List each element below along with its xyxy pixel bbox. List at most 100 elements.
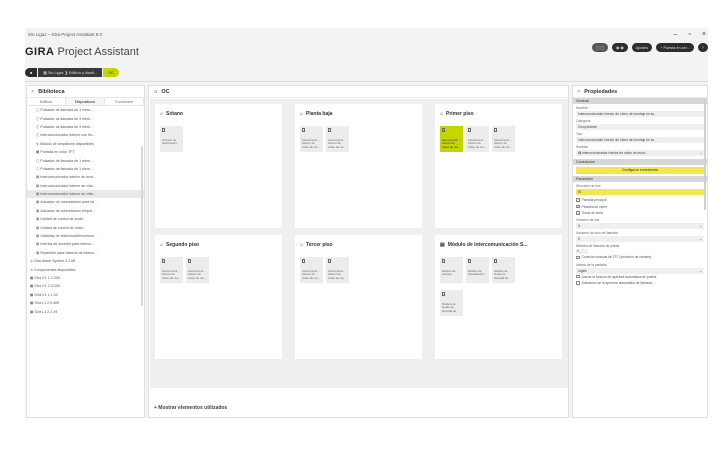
device-tile[interactable]: Intercomuni... interior de vídeo de mo..… — [160, 257, 183, 283]
room-icon: ⌂ — [160, 242, 164, 248]
device-tile[interactable]: Intercomuni... interior de vídeo de mo..… — [326, 257, 349, 283]
library-item[interactable]: ▤ Gateway de telefonía/intercomuni... — [27, 232, 144, 240]
checkbox-auto-call[interactable]: Activación de la apertura automática de … — [573, 280, 707, 286]
library-item[interactable]: ▤ Interfaz de acceder para interco... — [27, 240, 144, 248]
room-card[interactable]: ⌂ Tercer piso Intercomuni... interior de v… — [295, 235, 422, 359]
home-crumb[interactable]: ■ — [25, 68, 38, 77]
device-tile[interactable]: Módulo de cámara — [440, 257, 463, 283]
device-icon — [188, 259, 191, 263]
tab-funciones[interactable]: Funciones — [105, 98, 144, 105]
library-item[interactable]: ▤ Repetidor para sistema de interco... — [27, 249, 144, 257]
device-tile[interactable]: Módulo de teclas de llamada de... — [492, 257, 515, 283]
room-card[interactable]: ▤ Módulo de intercomunicación S... Módulo … — [435, 235, 562, 359]
library-item[interactable]: ▢ Pulsador de llamada de 1 elem... — [27, 165, 144, 173]
library-item[interactable]: ▤ Intercomunicador interior de mon... — [27, 173, 144, 181]
library-item[interactable]: ▤ Unidad de control de vídeo — [27, 223, 144, 231]
categoria-label: Categoría — [576, 119, 591, 123]
room-card[interactable]: ⌂ Segundo piso Intercomuni... interior de … — [155, 235, 282, 359]
settings-button[interactable]: Ajustes — [631, 43, 653, 52]
library-item[interactable]: ◎ Gira Alarm System 3.1.08 — [27, 257, 144, 265]
library-item[interactable]: ↯ Módulo de ampliación disponibles — [27, 140, 144, 148]
scrollbar[interactable] — [704, 100, 706, 210]
device-tile[interactable]: Módulo de teclas de llamada de... — [440, 290, 463, 316]
device-label: Intercomuni... interior de vídeo de mo..… — [188, 269, 207, 280]
library-item[interactable]: ▦ Gira X1 1.1.04 — [27, 291, 144, 299]
device-tile[interactable]: Intercomuni... interior de vídeo de mo..… — [300, 126, 323, 152]
building-icon: ⌂ — [154, 88, 158, 95]
library-item[interactable]: ▤ Unidad de control de audio — [27, 215, 144, 223]
device-tile[interactable]: Intercomuni... interior de vídeo de mo..… — [492, 126, 515, 152]
check-icon: ✓ — [576, 198, 580, 203]
close-icon[interactable]: × — [577, 89, 580, 95]
room-icon: ⌂ — [300, 111, 304, 117]
commissioning-button[interactable]: ◔ Puesta en ser... — [656, 43, 694, 52]
library-item[interactable]: ▢ Pulsador de llamada de 3 elem... — [27, 123, 144, 131]
undo-redo-button[interactable]: ▢ ▢ — [591, 43, 608, 52]
room-card[interactable]: ⌂ Sótano Armario de distribución — [155, 104, 282, 228]
chevron-down-icon: ⌄ — [699, 237, 702, 242]
room-title: Planta baja — [306, 111, 333, 117]
device-label: Módulo de teclas de llamada de... — [494, 269, 511, 280]
room-title: Sótano — [166, 111, 183, 117]
room-card[interactable]: ⌂ Primer piso Intercomuni... interior de v… — [435, 104, 562, 228]
show-used-elements-link[interactable]: + Mostrar elementos utilizados — [154, 405, 227, 411]
display-language-select[interactable]: Inglés ⌄ — [576, 267, 704, 274]
panel-title: Propiedades — [584, 88, 618, 95]
device-tile[interactable]: Intercomuni... interior de vídeo de mo..… — [326, 126, 349, 152]
device-tile[interactable]: Intercomuni... interior de vídeo de mo..… — [466, 126, 489, 152]
ring-volume-select[interactable]: 5 ⌄ — [576, 236, 704, 243]
close-icon[interactable]: × — [702, 31, 706, 38]
tab-edificio[interactable]: Edificio — [27, 98, 66, 105]
device-tile[interactable]: Intercomuni... interior de vídeo de mo..… — [440, 126, 463, 152]
library-tabs: Edificio Dispositivos Funciones — [27, 98, 144, 106]
view-title: OC — [161, 88, 170, 95]
help-button[interactable]: ? — [697, 43, 708, 52]
simbolo-select[interactable]: ▤ Intercomunicador interior de vídeo de … — [576, 150, 704, 156]
tab-dispositivos[interactable]: Dispositivos — [66, 98, 105, 105]
library-item[interactable]: ▤ Intercomunicador interior de víde... — [27, 182, 144, 190]
device-label: Intercomuni... interior de vídeo de mo..… — [468, 138, 487, 149]
device-label: Intercomuni... interior de vídeo de mo..… — [302, 138, 321, 149]
minimize-icon[interactable]: – — [674, 31, 678, 38]
device-tile[interactable]: Intercomuni... interior de vídeo de mo..… — [300, 257, 323, 283]
device-label: Intercomuni... interior de vídeo de mo..… — [328, 269, 347, 280]
device-tile[interactable]: Módulo de visualización — [466, 257, 489, 283]
top-toolbar: ▢ ▢ ◉ ◉ Ajustes ◔ Puesta en ser... ? — [591, 43, 708, 52]
library-item[interactable]: ▢ Pulsador de llamada de 3 elem... — [27, 114, 144, 122]
library-item[interactable]: ▦ Gira L1 2.2.19 — [27, 307, 144, 315]
scrollbar[interactable] — [141, 146, 143, 306]
library-item[interactable]: ➜ Componentes disponibles — [27, 265, 144, 273]
library-item[interactable]: ▦ Gira L1 2.0.469 — [27, 299, 144, 307]
current-crumb[interactable]: OC — [103, 68, 120, 77]
project-crumb[interactable]: ▦ Sin Ligaz ❯ Edificio y diseñ... — [38, 68, 103, 77]
device-tile[interactable]: Armario de distribución — [160, 126, 183, 152]
checkbox-icon — [576, 274, 580, 279]
view-toggle-button[interactable]: ◉ ◉ — [612, 43, 628, 52]
brand-logo: GIRA Project Assistant — [25, 46, 139, 58]
device-icon — [468, 259, 471, 263]
library-item[interactable]: ▦ Gira X1 1.2.026 — [27, 274, 144, 282]
room-card[interactable]: ⌂ Planta baja Intercomuni... interior de v… — [295, 104, 422, 228]
maximize-icon[interactable]: ▫ — [688, 31, 690, 38]
library-item[interactable]: ▤ Actuador de conmutación para int... — [27, 198, 144, 206]
configure-connections-button[interactable]: Configurar conexiones — [576, 167, 704, 174]
device-icon — [328, 128, 331, 132]
library-item[interactable]: ▢ Intercomunicador interior con lec... — [27, 131, 144, 139]
library-item[interactable]: ▦ Gira X1 2.3.026 — [27, 282, 144, 290]
device-tile[interactable]: Intercomuni... interior de vídeo de mo..… — [186, 257, 209, 283]
library-item[interactable]: ▢ Pulsador de llamada de 1 elem... — [27, 156, 144, 164]
device-icon — [162, 259, 165, 263]
device-icon — [162, 128, 165, 132]
library-item[interactable]: ▦ Pantalla en color TFT — [27, 148, 144, 156]
bus-address-field[interactable]: 81 — [576, 189, 704, 195]
section-conexiones[interactable]: Conexiones — [573, 159, 707, 165]
room-title: Tercer piso — [306, 242, 333, 248]
nombre-field[interactable]: Intercomunicador interior de vídeo de mo… — [576, 111, 704, 117]
checkbox-icon — [576, 281, 580, 285]
close-icon[interactable]: × — [31, 89, 34, 95]
library-item[interactable]: ▤ Intercomunicador interior de víde... — [27, 189, 144, 199]
library-item[interactable]: ▤ Actuador de conmutación empot... — [27, 207, 144, 215]
voice-volume-select[interactable]: 5 ⌄ — [576, 223, 704, 230]
ring-volume-label: Volumen de tono de llamada — [576, 231, 618, 236]
library-item[interactable]: ▢ Pulsador de llamada de 3 elem... — [27, 106, 144, 114]
